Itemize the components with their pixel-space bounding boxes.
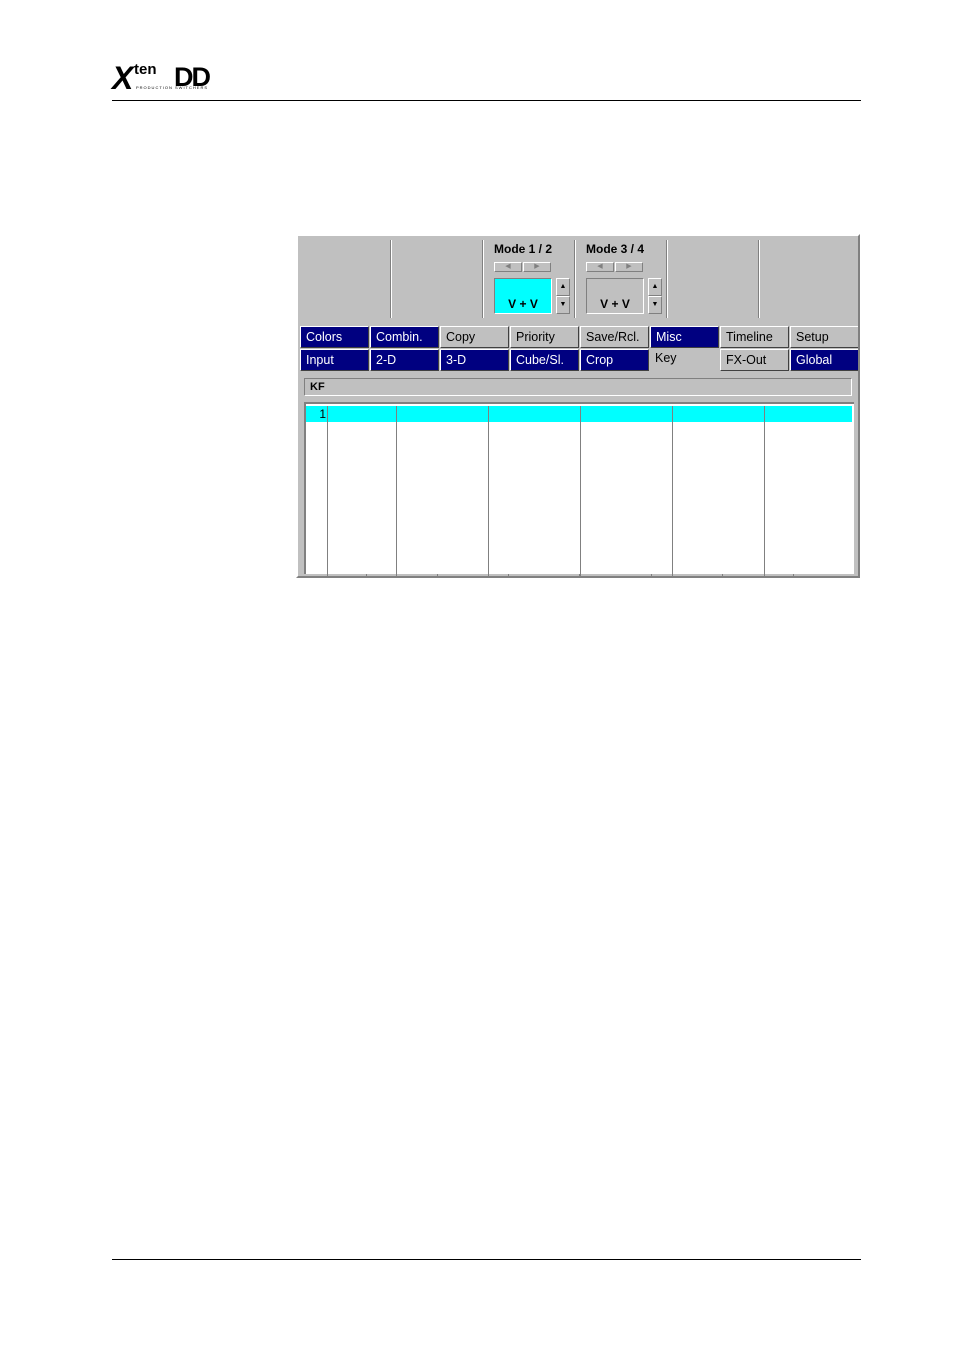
tab-crop[interactable]: Crop — [580, 349, 649, 371]
tab-input[interactable]: Input — [300, 349, 369, 371]
mode-1-2-up-button[interactable]: ▲ — [556, 278, 570, 296]
tab-misc[interactable]: Misc — [650, 326, 719, 348]
mode-3-4-arrows: ◀ ▶ — [586, 262, 644, 272]
footer-rule — [112, 1259, 861, 1260]
strip-divider — [437, 574, 438, 576]
kf-header: KF — [304, 378, 852, 396]
tab-bar: Colors Combin. Copy Priority Save/Rcl. M… — [300, 326, 858, 374]
tab-global[interactable]: Global — [790, 349, 858, 371]
tab-fx-out[interactable]: FX-Out — [720, 349, 789, 371]
tab-key[interactable]: Key — [650, 349, 719, 371]
arrow-right-icon: ▶ — [626, 263, 632, 270]
mode-3-4-next-button[interactable]: ▶ — [615, 262, 643, 272]
logo-ten: ten — [134, 61, 157, 78]
mode-1-2-value[interactable]: V + V — [494, 278, 552, 314]
column-divider — [396, 406, 397, 576]
mode-1-2-prev-button[interactable]: ◀ — [494, 262, 522, 272]
empty-cell-3 — [668, 240, 759, 318]
mode-3-4-prev-button[interactable]: ◀ — [586, 262, 614, 272]
empty-cell-4 — [760, 240, 854, 318]
tab-timeline[interactable]: Timeline — [720, 326, 789, 348]
mode-3-4-value[interactable]: V + V — [586, 278, 644, 314]
mode-strip: Mode 1 / 2 ◀ ▶ V + V ▲ ▼ Mode 3 / 4 ◀ ▶ … — [300, 238, 856, 320]
strip-divider — [366, 574, 367, 576]
tab-priority[interactable]: Priority — [510, 326, 579, 348]
mode-1-2-group: Mode 1 / 2 ◀ ▶ V + V ▲ ▼ — [494, 242, 570, 314]
column-divider — [764, 406, 765, 576]
mode-1-2-spinner: ▲ ▼ — [556, 278, 570, 314]
arrow-left-icon: ◀ — [505, 263, 511, 270]
logo-subtitle: PRODUCTION SWITCHERS — [136, 85, 208, 90]
mode-3-4-group: Mode 3 / 4 ◀ ▶ V + V ▲ ▼ — [586, 242, 662, 314]
tab-combin[interactable]: Combin. — [370, 326, 439, 348]
mode-3-4-down-button[interactable]: ▼ — [648, 296, 662, 314]
mode-3-4-title: Mode 3 / 4 — [586, 242, 645, 256]
column-divider — [327, 406, 328, 576]
arrow-up-icon: ▲ — [559, 283, 567, 290]
tab-setup[interactable]: Setup — [790, 326, 858, 348]
empty-cell-2 — [392, 240, 483, 318]
strip-divider — [651, 574, 652, 576]
mode-3-4-up-button[interactable]: ▲ — [648, 278, 662, 296]
arrow-up-icon: ▲ — [651, 283, 659, 290]
column-divider — [672, 406, 673, 576]
row-index: 1 — [319, 407, 326, 421]
empty-cell-1 — [302, 240, 391, 318]
mode-3-4-spinner: ▲ ▼ — [648, 278, 662, 314]
tab-2d[interactable]: 2-D — [370, 349, 439, 371]
table-row-selected[interactable] — [306, 406, 852, 422]
tab-copy[interactable]: Copy — [440, 326, 509, 348]
tab-cube-sl[interactable]: Cube/Sl. — [510, 349, 579, 371]
column-divider — [580, 406, 581, 576]
logo-x: X — [112, 60, 133, 96]
mode-1-2-title: Mode 1 / 2 — [494, 242, 553, 256]
column-divider — [488, 406, 489, 576]
arrow-down-icon: ▼ — [559, 301, 567, 308]
application-panel: Mode 1 / 2 ◀ ▶ V + V ▲ ▼ Mode 3 / 4 ◀ ▶ … — [296, 234, 860, 578]
strip-divider — [722, 574, 723, 576]
tab-3d[interactable]: 3-D — [440, 349, 509, 371]
arrow-down-icon: ▼ — [651, 301, 659, 308]
tab-save-rcl[interactable]: Save/Rcl. — [580, 326, 649, 348]
keyframe-grid[interactable]: 1 — [304, 402, 854, 576]
tab-colors[interactable]: Colors — [300, 326, 369, 348]
arrow-left-icon: ◀ — [597, 263, 603, 270]
bottom-tab-strip — [298, 574, 858, 576]
mode-1-2-arrows: ◀ ▶ — [494, 262, 552, 272]
mode-1-2-next-button[interactable]: ▶ — [523, 262, 551, 272]
header-rule — [112, 100, 861, 101]
mode-1-2-down-button[interactable]: ▼ — [556, 296, 570, 314]
strip-divider — [579, 574, 580, 576]
strip-divider — [793, 574, 794, 576]
strip-divider — [508, 574, 509, 576]
arrow-right-icon: ▶ — [534, 263, 540, 270]
xten-dd-logo: X ten DD PRODUCTION SWITCHERS — [112, 62, 224, 96]
